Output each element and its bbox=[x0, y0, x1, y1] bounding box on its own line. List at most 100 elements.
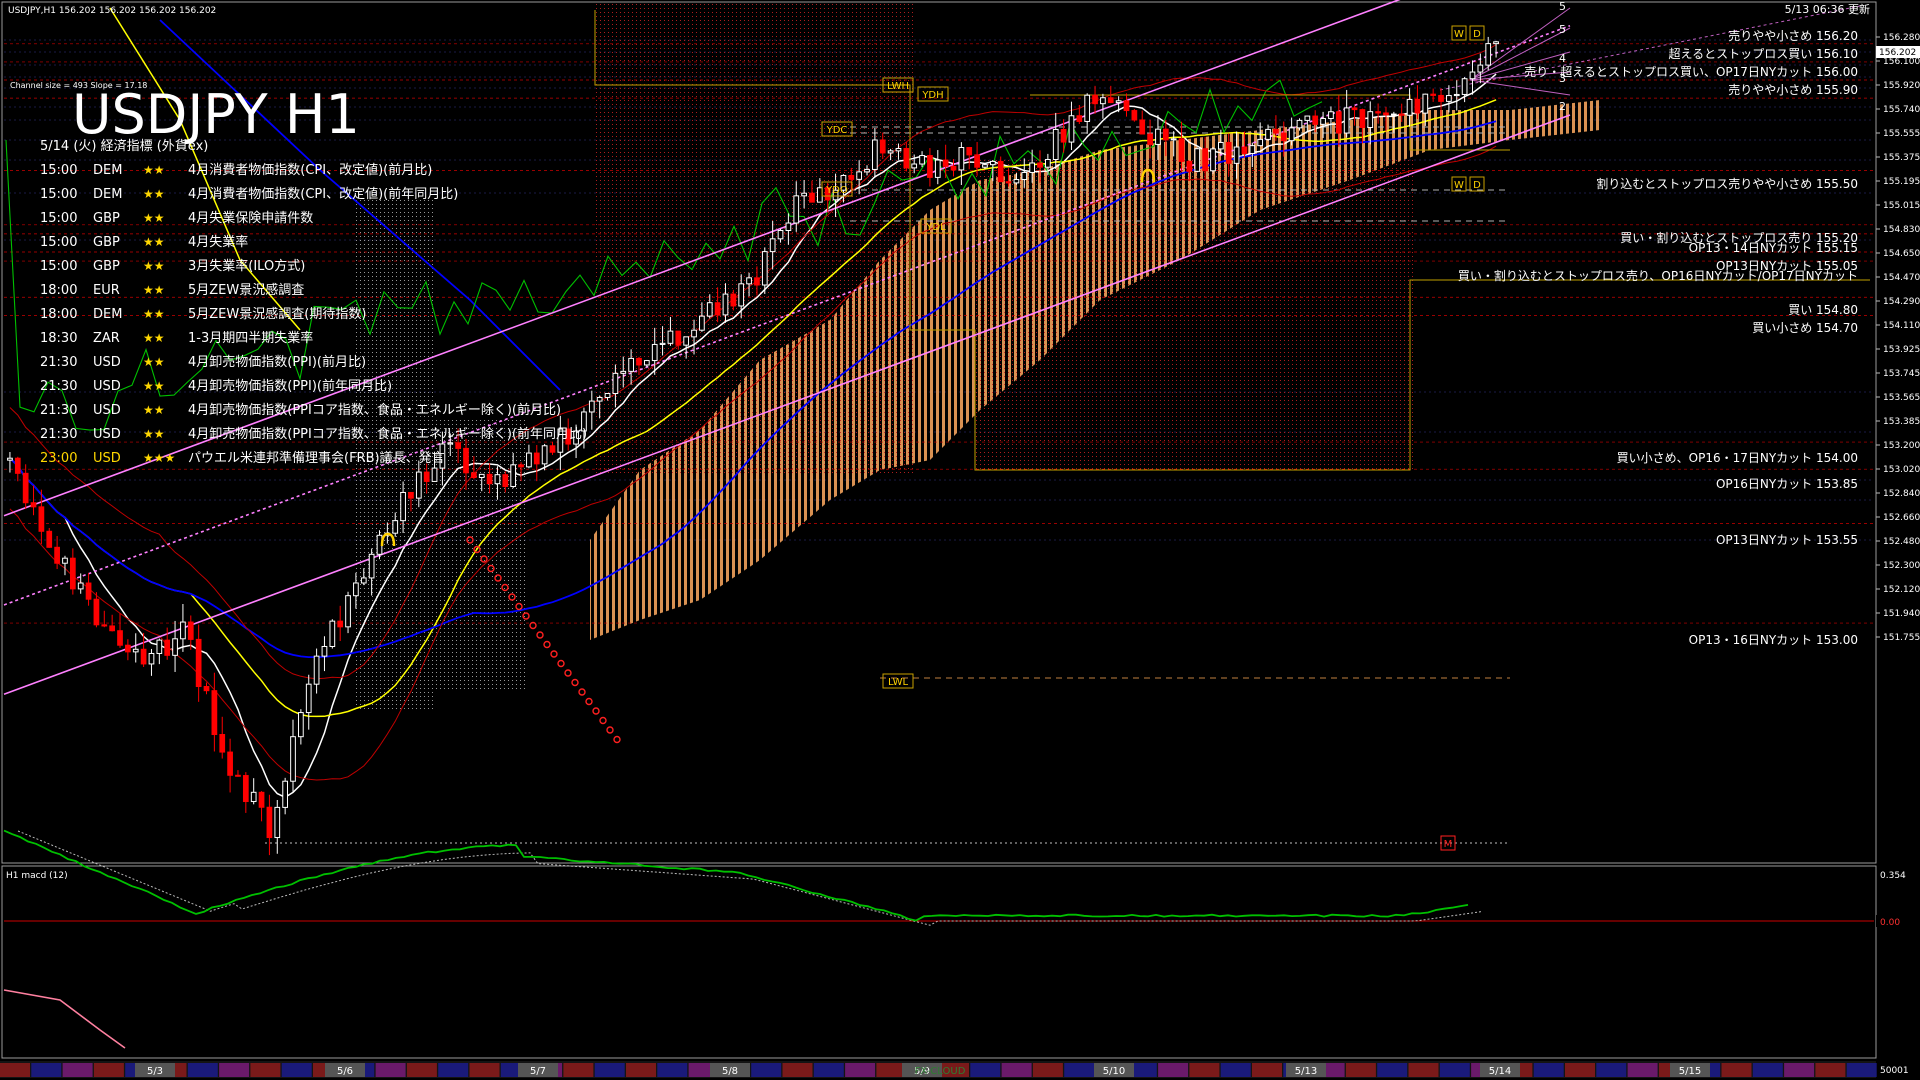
date-strip-segment bbox=[845, 1063, 876, 1077]
event-currency: ZAR bbox=[93, 331, 120, 346]
candle-body bbox=[596, 396, 603, 402]
event-currency: DEM bbox=[93, 163, 122, 178]
price-tick-label: 151.940 bbox=[1883, 609, 1920, 619]
sar-dot bbox=[557, 659, 565, 668]
date-strip-segment bbox=[1064, 1063, 1095, 1077]
candle-body bbox=[1280, 132, 1287, 142]
candle-body bbox=[848, 174, 855, 180]
candle-body bbox=[746, 277, 752, 285]
price-tick-label: 155.015 bbox=[1883, 201, 1920, 211]
candle-body bbox=[1351, 107, 1358, 111]
candle-body bbox=[541, 445, 548, 465]
macd-axis-top: 0.354 bbox=[1880, 871, 1906, 881]
candle-body bbox=[22, 472, 29, 504]
candle-body bbox=[927, 155, 933, 178]
candle-body bbox=[1123, 100, 1130, 112]
candle-body bbox=[1398, 113, 1405, 116]
price-tick-label: 153.020 bbox=[1883, 465, 1920, 475]
order-label: 売りやや小さめ 155.90 bbox=[1728, 82, 1858, 97]
candle-body bbox=[518, 464, 524, 468]
order-label: 売りやや小さめ 156.20 bbox=[1728, 28, 1858, 43]
candle-body bbox=[266, 806, 273, 839]
macd-label: H1 macd (12) bbox=[6, 871, 68, 881]
price-tick-label: 152.480 bbox=[1883, 537, 1920, 547]
candle-body bbox=[1052, 128, 1059, 160]
candle-body bbox=[1107, 97, 1114, 104]
event-description: 1-3月期四半期失業率 bbox=[188, 330, 313, 346]
candle-body bbox=[1060, 128, 1067, 143]
candle-body bbox=[958, 147, 965, 171]
level-tag-text: M bbox=[1444, 839, 1453, 850]
event-currency: GBP bbox=[93, 259, 120, 274]
date-strip-segment bbox=[1408, 1063, 1439, 1077]
date-strip-segment bbox=[438, 1063, 469, 1077]
candle-body bbox=[872, 139, 878, 170]
date-strip-segment bbox=[1533, 1063, 1564, 1077]
candle-body bbox=[1414, 98, 1421, 114]
event-currency: DEM bbox=[93, 307, 122, 322]
price-tick-label: 152.840 bbox=[1883, 489, 1920, 499]
date-strip-segment bbox=[594, 1063, 625, 1077]
price-tick-label: 154.290 bbox=[1883, 297, 1920, 307]
order-label: 買い・割り込むとストップロス売り、OP16日NYカット/OP17日NYカット bbox=[1458, 268, 1858, 283]
event-stars: ★★ bbox=[143, 379, 165, 393]
candle-body bbox=[1202, 148, 1208, 172]
event-stars: ★★ bbox=[143, 211, 165, 225]
event-currency: USD bbox=[93, 403, 121, 418]
price-tick-label: 155.555 bbox=[1883, 129, 1920, 139]
sar-dot bbox=[536, 631, 544, 639]
candle-body bbox=[1233, 146, 1240, 164]
date-label: 5/8 bbox=[722, 1066, 738, 1077]
candle-body bbox=[140, 648, 147, 665]
date-strip-segment bbox=[0, 1063, 30, 1077]
candle-body bbox=[1343, 107, 1350, 134]
candle-body bbox=[1155, 128, 1161, 145]
candle-body bbox=[950, 165, 957, 171]
event-stars: ★★ bbox=[143, 307, 165, 321]
candle-body bbox=[14, 457, 21, 474]
event-stars: ★★ bbox=[143, 235, 165, 249]
date-strip-segment bbox=[1596, 1063, 1627, 1077]
candle-body bbox=[1453, 93, 1460, 97]
date-strip-segment bbox=[782, 1063, 813, 1077]
level-tag-text: D bbox=[1473, 180, 1481, 191]
candle-body bbox=[659, 342, 666, 345]
candle-body bbox=[974, 154, 980, 168]
level-tag-text: YDL bbox=[925, 222, 946, 233]
candle-body bbox=[691, 329, 697, 338]
candle-body bbox=[1438, 94, 1444, 102]
event-time: 21:30 bbox=[40, 379, 77, 394]
fib-label: 5 bbox=[1559, 0, 1566, 13]
event-time: 18:00 bbox=[40, 307, 77, 322]
candle-body bbox=[533, 452, 540, 465]
event-description: 4月卸売物価指数(PPIコア指数、食品・エネルギー除く)(前年同月比) bbox=[188, 426, 587, 442]
fan-line bbox=[1469, 79, 1571, 96]
candle-body bbox=[1005, 181, 1012, 184]
price-tick-label: 155.740 bbox=[1883, 105, 1920, 115]
date-label: 5/13 bbox=[1295, 1066, 1317, 1077]
candle-body bbox=[1485, 43, 1492, 66]
current-price-label: 156.202 bbox=[1879, 48, 1916, 58]
candle-body bbox=[699, 315, 705, 331]
candle-body bbox=[1390, 113, 1397, 116]
candle-body bbox=[203, 686, 210, 692]
candle-body bbox=[683, 336, 690, 346]
events-title: 5/14 (火) 経済指標 (外貨ex) bbox=[40, 138, 208, 154]
watermark: FX-CLOUD bbox=[915, 1066, 966, 1077]
candle-body bbox=[1147, 133, 1153, 145]
event-currency: USD bbox=[93, 427, 121, 442]
candle-body bbox=[85, 582, 92, 600]
candle-body bbox=[1210, 148, 1216, 172]
date-strip-segment bbox=[1158, 1063, 1189, 1077]
candle-body bbox=[321, 645, 328, 657]
candle-body bbox=[337, 620, 344, 628]
date-label: 5/3 bbox=[147, 1066, 163, 1077]
candle-body bbox=[69, 557, 76, 590]
candle-body bbox=[761, 251, 768, 286]
date-label: 5/7 bbox=[530, 1066, 546, 1077]
fib-label: 5 bbox=[1559, 23, 1566, 36]
candle-body bbox=[502, 474, 509, 487]
candle-body bbox=[793, 195, 800, 224]
fib-label: 3 bbox=[1559, 72, 1566, 85]
candle-body bbox=[478, 473, 485, 478]
